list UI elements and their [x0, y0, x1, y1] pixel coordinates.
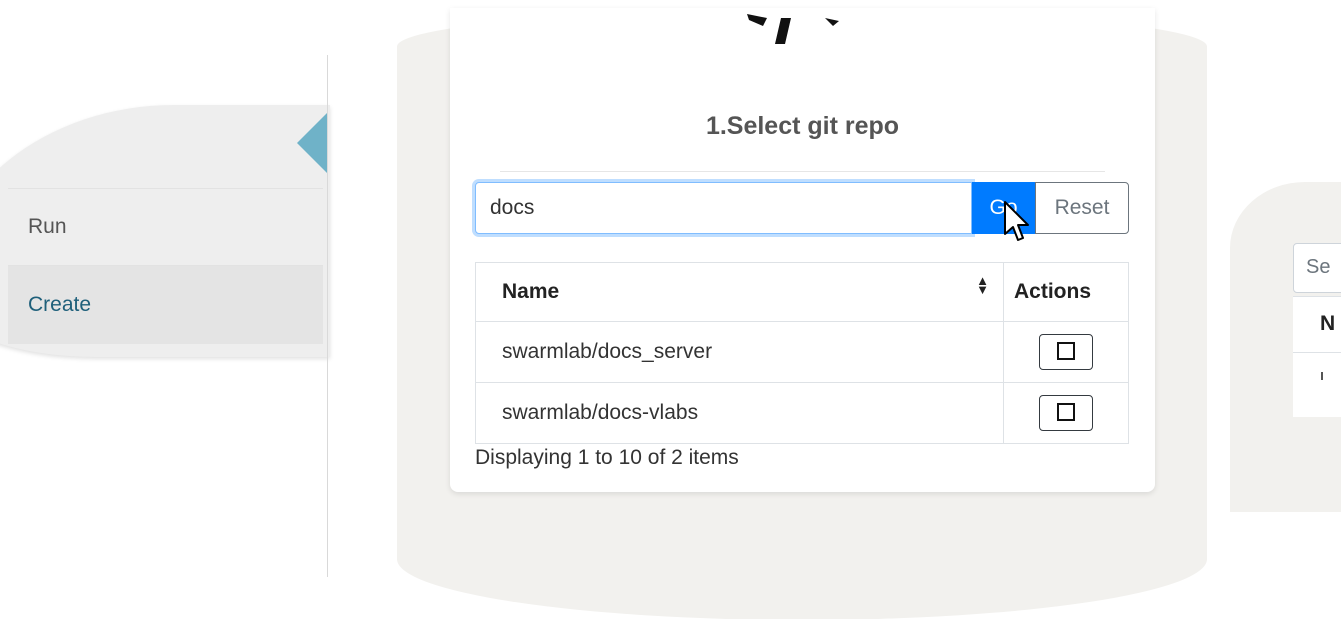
table-header-row: Name ▲ ▼ Actions: [475, 262, 1129, 322]
repo-table: Name ▲ ▼ Actions swarmlab/docs_server sw…: [475, 262, 1129, 444]
logo-fragment-icon: [747, 14, 839, 44]
repo-search-input[interactable]: [475, 182, 972, 234]
select-repo-button[interactable]: [1039, 334, 1093, 370]
sidebar-item-run[interactable]: Run: [8, 188, 323, 265]
select-repo-card: 1.Select git repo Go Reset Name ▲▼ Actio…: [450, 8, 1155, 492]
pagination-info: Displaying 1 to 10 of 2 items: [475, 446, 739, 469]
checkbox-icon: [1057, 403, 1075, 421]
repo-name: swarmlab/docs-vlabs: [475, 382, 1004, 444]
sidebar-item-label: Create: [28, 293, 92, 316]
right-search-input[interactable]: Se: [1293, 243, 1341, 293]
right-cell-fragment: [1321, 372, 1323, 380]
sidebar-divider: [327, 55, 328, 577]
column-header-actions: Actions: [1003, 262, 1129, 322]
mouse-cursor-icon: [1004, 201, 1029, 241]
row-actions: [1003, 321, 1129, 383]
sort-icon[interactable]: ▲ ▼: [976, 274, 989, 296]
right-table-divider: [1293, 352, 1341, 353]
column-header-name[interactable]: Name ▲ ▼: [475, 262, 1004, 322]
card-divider: [500, 171, 1105, 172]
card-title: 1.Select git repo: [705, 112, 900, 140]
sidebar-item-create[interactable]: Create: [8, 265, 323, 344]
reset-button[interactable]: Reset: [1035, 182, 1129, 234]
sidebar-menu: Run Create: [8, 188, 323, 346]
table-row: swarmlab/docs-vlabs: [475, 382, 1129, 444]
sidebar-item-label: Run: [28, 215, 67, 238]
table-row: swarmlab/docs_server: [475, 321, 1129, 383]
right-column-header: N: [1320, 312, 1336, 335]
row-actions: [1003, 382, 1129, 444]
repo-name: swarmlab/docs_server: [475, 321, 1004, 383]
checkbox-icon: [1057, 342, 1075, 360]
screen: Run Create 1.Select git repo Go Reset Na…: [0, 0, 1341, 619]
select-repo-button[interactable]: [1039, 395, 1093, 431]
sidebar-collapse-arrow-icon[interactable]: [297, 113, 327, 173]
